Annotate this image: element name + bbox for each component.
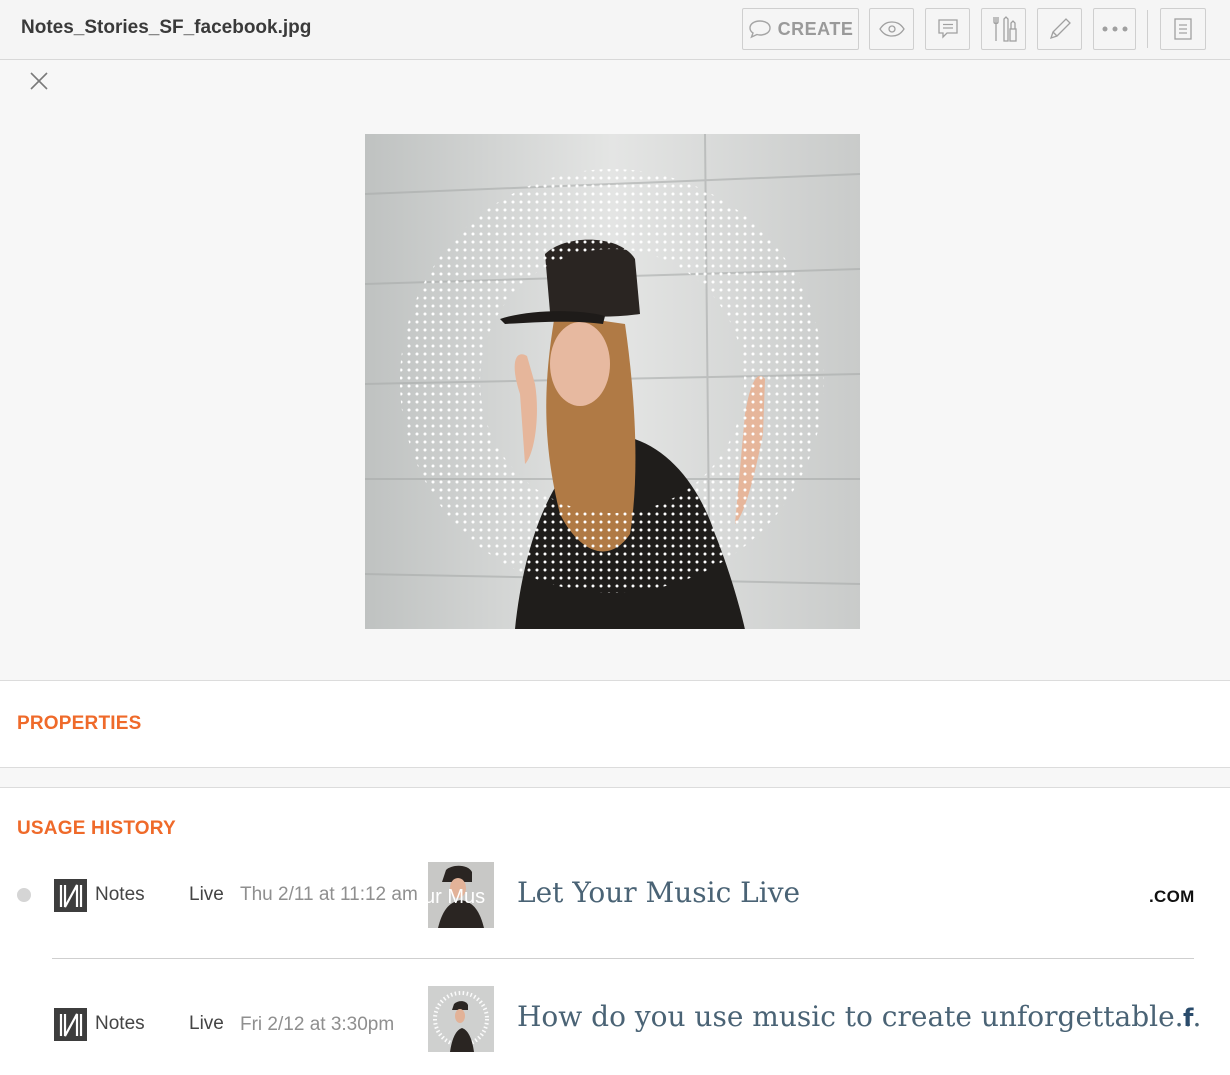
- close-icon: [30, 72, 48, 90]
- thumbnail-overlay-text: ur Mus: [428, 886, 486, 908]
- eye-icon: [878, 21, 905, 37]
- edit-button[interactable]: [1037, 8, 1082, 50]
- notes-logo-icon: [54, 879, 87, 912]
- more-button[interactable]: [1093, 8, 1136, 50]
- usage-history-title: USAGE HISTORY: [17, 818, 176, 839]
- tools-button[interactable]: [981, 8, 1026, 50]
- more-icon: [1102, 26, 1127, 32]
- row-divider: [52, 958, 1194, 959]
- properties-section: PROPERTIES: [0, 680, 1230, 768]
- usage-source: Notes: [95, 884, 145, 905]
- usage-row[interactable]: Notes Live Thu 2/11 at 11:12 am ur Mus L…: [0, 862, 1230, 928]
- channel-web-label: .COM: [1149, 887, 1195, 906]
- speech-bubble-icon: [748, 20, 771, 39]
- create-button-label: CREATE: [777, 18, 854, 39]
- properties-title[interactable]: PROPERTIES: [17, 713, 141, 735]
- usage-headline[interactable]: How do you use music to create unforgett…: [517, 1000, 1201, 1033]
- usage-date: Thu 2/11 at 11:12 am: [240, 884, 418, 905]
- usage-thumbnail[interactable]: [428, 986, 494, 1052]
- facebook-icon: f: [1183, 1004, 1194, 1032]
- comment-icon: [937, 19, 958, 39]
- comments-button[interactable]: [925, 8, 970, 50]
- create-button[interactable]: CREATE: [742, 8, 859, 50]
- notes-logo-icon: [54, 1008, 87, 1041]
- close-button[interactable]: [29, 71, 49, 91]
- usage-date: Fri 2/12 at 3:30pm: [240, 1014, 395, 1035]
- usage-thumbnail[interactable]: ur Mus: [428, 862, 494, 928]
- preview-button[interactable]: [869, 8, 914, 50]
- top-bar: Notes_Stories_SF_facebook.jpg CREATE: [0, 0, 1230, 60]
- status-dot: [17, 888, 31, 902]
- usage-row[interactable]: Notes Live Fri 2/12 at 3:30pm How do you…: [0, 986, 1230, 1052]
- usage-status: Live: [189, 1013, 224, 1034]
- usage-headline[interactable]: Let Your Music Live: [517, 876, 800, 909]
- usage-source: Notes: [95, 1013, 145, 1034]
- pencil-icon: [1049, 18, 1071, 40]
- asset-preview-image: [365, 134, 860, 629]
- toolbar-separator: [1147, 10, 1148, 48]
- usage-status: Live: [189, 884, 224, 905]
- usage-history-section: USAGE HISTORY Notes Live Thu 2/11 at 11:…: [0, 787, 1230, 1075]
- document-icon: [1174, 18, 1192, 40]
- tools-icon: [992, 16, 1017, 42]
- details-button[interactable]: [1160, 8, 1206, 50]
- file-name: Notes_Stories_SF_facebook.jpg: [21, 17, 312, 38]
